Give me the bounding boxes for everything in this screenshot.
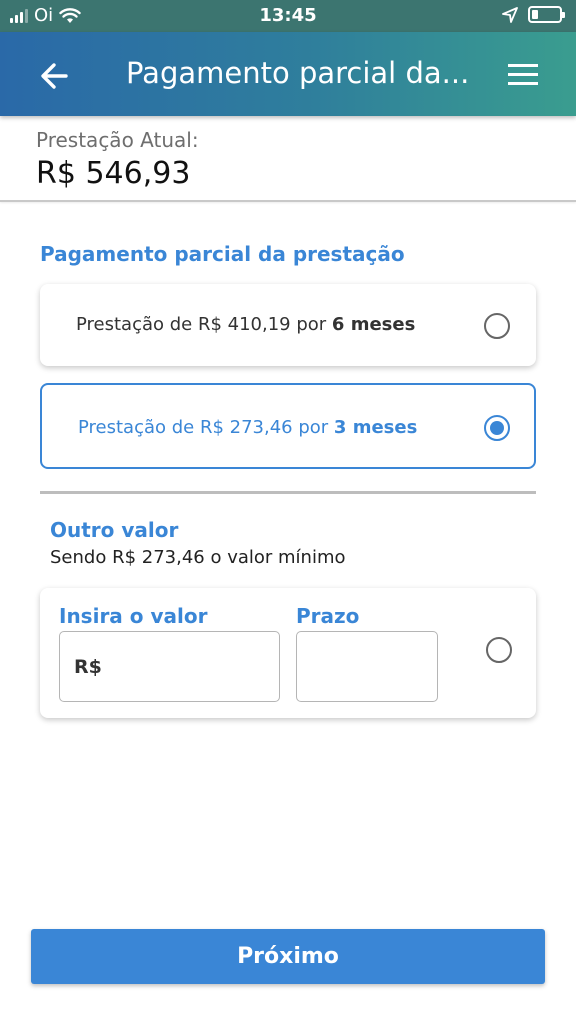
current-installment-label: Prestação Atual: xyxy=(36,128,199,152)
currency-prefix: R$ xyxy=(74,656,102,678)
status-right xyxy=(502,6,565,23)
app-header: Pagamento parcial da... xyxy=(0,32,576,116)
radio-button-selected[interactable] xyxy=(484,415,510,441)
back-button[interactable] xyxy=(36,56,76,96)
current-installment: Prestação Atual: R$ 546,93 xyxy=(0,116,576,202)
status-time: 13:45 xyxy=(259,5,317,26)
option-6-months[interactable]: Prestação de R$ 410,19 por 6 meses xyxy=(40,284,536,366)
status-bar: Oi 13:45 xyxy=(0,0,576,32)
battery-icon xyxy=(528,6,565,23)
radio-button[interactable] xyxy=(486,637,512,663)
term-label: Prazo xyxy=(296,604,360,628)
other-value-subtitle: Sendo R$ 273,46 o valor mínimo xyxy=(50,547,346,568)
value-label: Insira o valor xyxy=(59,604,208,628)
option-label: Prestação de R$ 273,46 por 3 meses xyxy=(78,417,418,438)
partial-payment-title: Pagamento parcial da prestação xyxy=(40,242,405,266)
term-input[interactable] xyxy=(296,631,438,702)
option-other-value[interactable]: Insira o valor Prazo R$ xyxy=(40,588,536,718)
arrow-left-icon xyxy=(41,63,68,89)
location-icon xyxy=(502,6,518,23)
divider xyxy=(40,491,536,494)
page-title: Pagamento parcial da... xyxy=(126,56,470,90)
option-3-months[interactable]: Prestação de R$ 273,46 por 3 meses xyxy=(40,383,536,469)
option-label: Prestação de R$ 410,19 por 6 meses xyxy=(76,314,416,335)
current-installment-value: R$ 546,93 xyxy=(36,156,191,191)
menu-button[interactable] xyxy=(506,60,542,92)
other-value-title: Outro valor xyxy=(50,518,179,542)
next-button[interactable]: Próximo xyxy=(31,929,545,984)
value-input[interactable]: R$ xyxy=(59,631,280,702)
radio-button[interactable] xyxy=(484,313,510,339)
hamburger-menu-icon xyxy=(508,64,538,85)
